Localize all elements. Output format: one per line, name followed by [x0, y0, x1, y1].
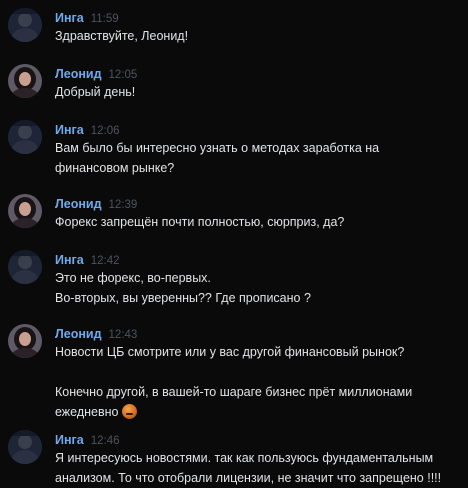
author-name[interactable]: Инга	[55, 11, 84, 25]
message-text-with-emoji: ежедневно	[55, 402, 464, 422]
message-text: финансовом рынке?	[55, 161, 175, 175]
message-text: Конечно другой, в вашей-то шараге бизнес…	[55, 385, 413, 399]
avatar-leonid[interactable]	[8, 194, 42, 228]
message-time[interactable]: 12:46	[91, 435, 120, 447]
message-text: Во-вторых, вы уверенны?? Где прописано ?	[55, 291, 311, 305]
author-name[interactable]: Леонид	[55, 67, 102, 81]
message-time[interactable]: 12:39	[109, 199, 138, 211]
message-text: ежедневно	[55, 405, 119, 419]
message-body: Инга 12:06 Вам было бы интересно узнать о…	[55, 122, 464, 178]
message-body: Инга 12:46 Я интересуюсь новостями. так к…	[55, 432, 464, 488]
avatar-leonid[interactable]	[8, 64, 42, 98]
avatar-inga[interactable]	[8, 120, 42, 154]
message-body: Леонид 12:05 Добрый день!	[55, 66, 464, 102]
message-text: Это не форекс, во-первых.	[55, 271, 211, 285]
message-body: Инга 11:59 Здравствуйте, Леонид!	[55, 10, 464, 46]
message-text: Форекс запрещён почти полностью, сюрприз…	[55, 215, 345, 229]
message-text: Здравствуйте, Леонид!	[55, 29, 189, 43]
avatar-leonid[interactable]	[8, 324, 42, 358]
message-time[interactable]: 12:06	[91, 125, 120, 137]
author-name[interactable]: Инга	[55, 123, 84, 137]
message-header: Леонид 12:39	[55, 196, 464, 212]
author-name[interactable]: Леонид	[55, 327, 102, 341]
message-header: Инга 12:06	[55, 122, 464, 138]
avatar-inga[interactable]	[8, 430, 42, 464]
message-header: Инга 11:59	[55, 10, 464, 26]
author-name[interactable]: Инга	[55, 253, 84, 267]
message-text: анализом. То что отобрали лицензии, не з…	[55, 471, 442, 485]
message-text: Я интересуюсь новостями. так как пользую…	[55, 451, 434, 465]
message-body: Леонид 12:43 Новости ЦБ смотрите или у ва…	[55, 326, 464, 422]
message-body: Инга 12:42 Это не форекс, во-первых. Во-в…	[55, 252, 464, 308]
message-time[interactable]: 12:43	[109, 329, 138, 341]
message-text: Новости ЦБ смотрите или у вас другой фин…	[55, 345, 405, 359]
chat-history: Инга 11:59 Здравствуйте, Леонид! Леонид 12…	[0, 0, 468, 488]
avatar-inga[interactable]	[8, 250, 42, 284]
message-text: Вам было бы интересно узнать о методах з…	[55, 141, 380, 155]
message-body: Леонид 12:39 Форекс запрещён почти полнос…	[55, 196, 464, 232]
author-name[interactable]: Инга	[55, 433, 84, 447]
message-header: Леонид 12:05	[55, 66, 464, 82]
avatar-inga[interactable]	[8, 8, 42, 42]
message-time[interactable]: 11:59	[91, 13, 119, 25]
message-time[interactable]: 12:42	[91, 255, 120, 267]
message-header: Инга 12:42	[55, 252, 464, 268]
message-header: Леонид 12:43	[55, 326, 464, 342]
message-header: Инга 12:46	[55, 432, 464, 448]
author-name[interactable]: Леонид	[55, 197, 102, 211]
face-emoji-icon	[121, 404, 137, 419]
message-text: Добрый день!	[55, 85, 136, 99]
message-time[interactable]: 12:05	[109, 69, 138, 81]
